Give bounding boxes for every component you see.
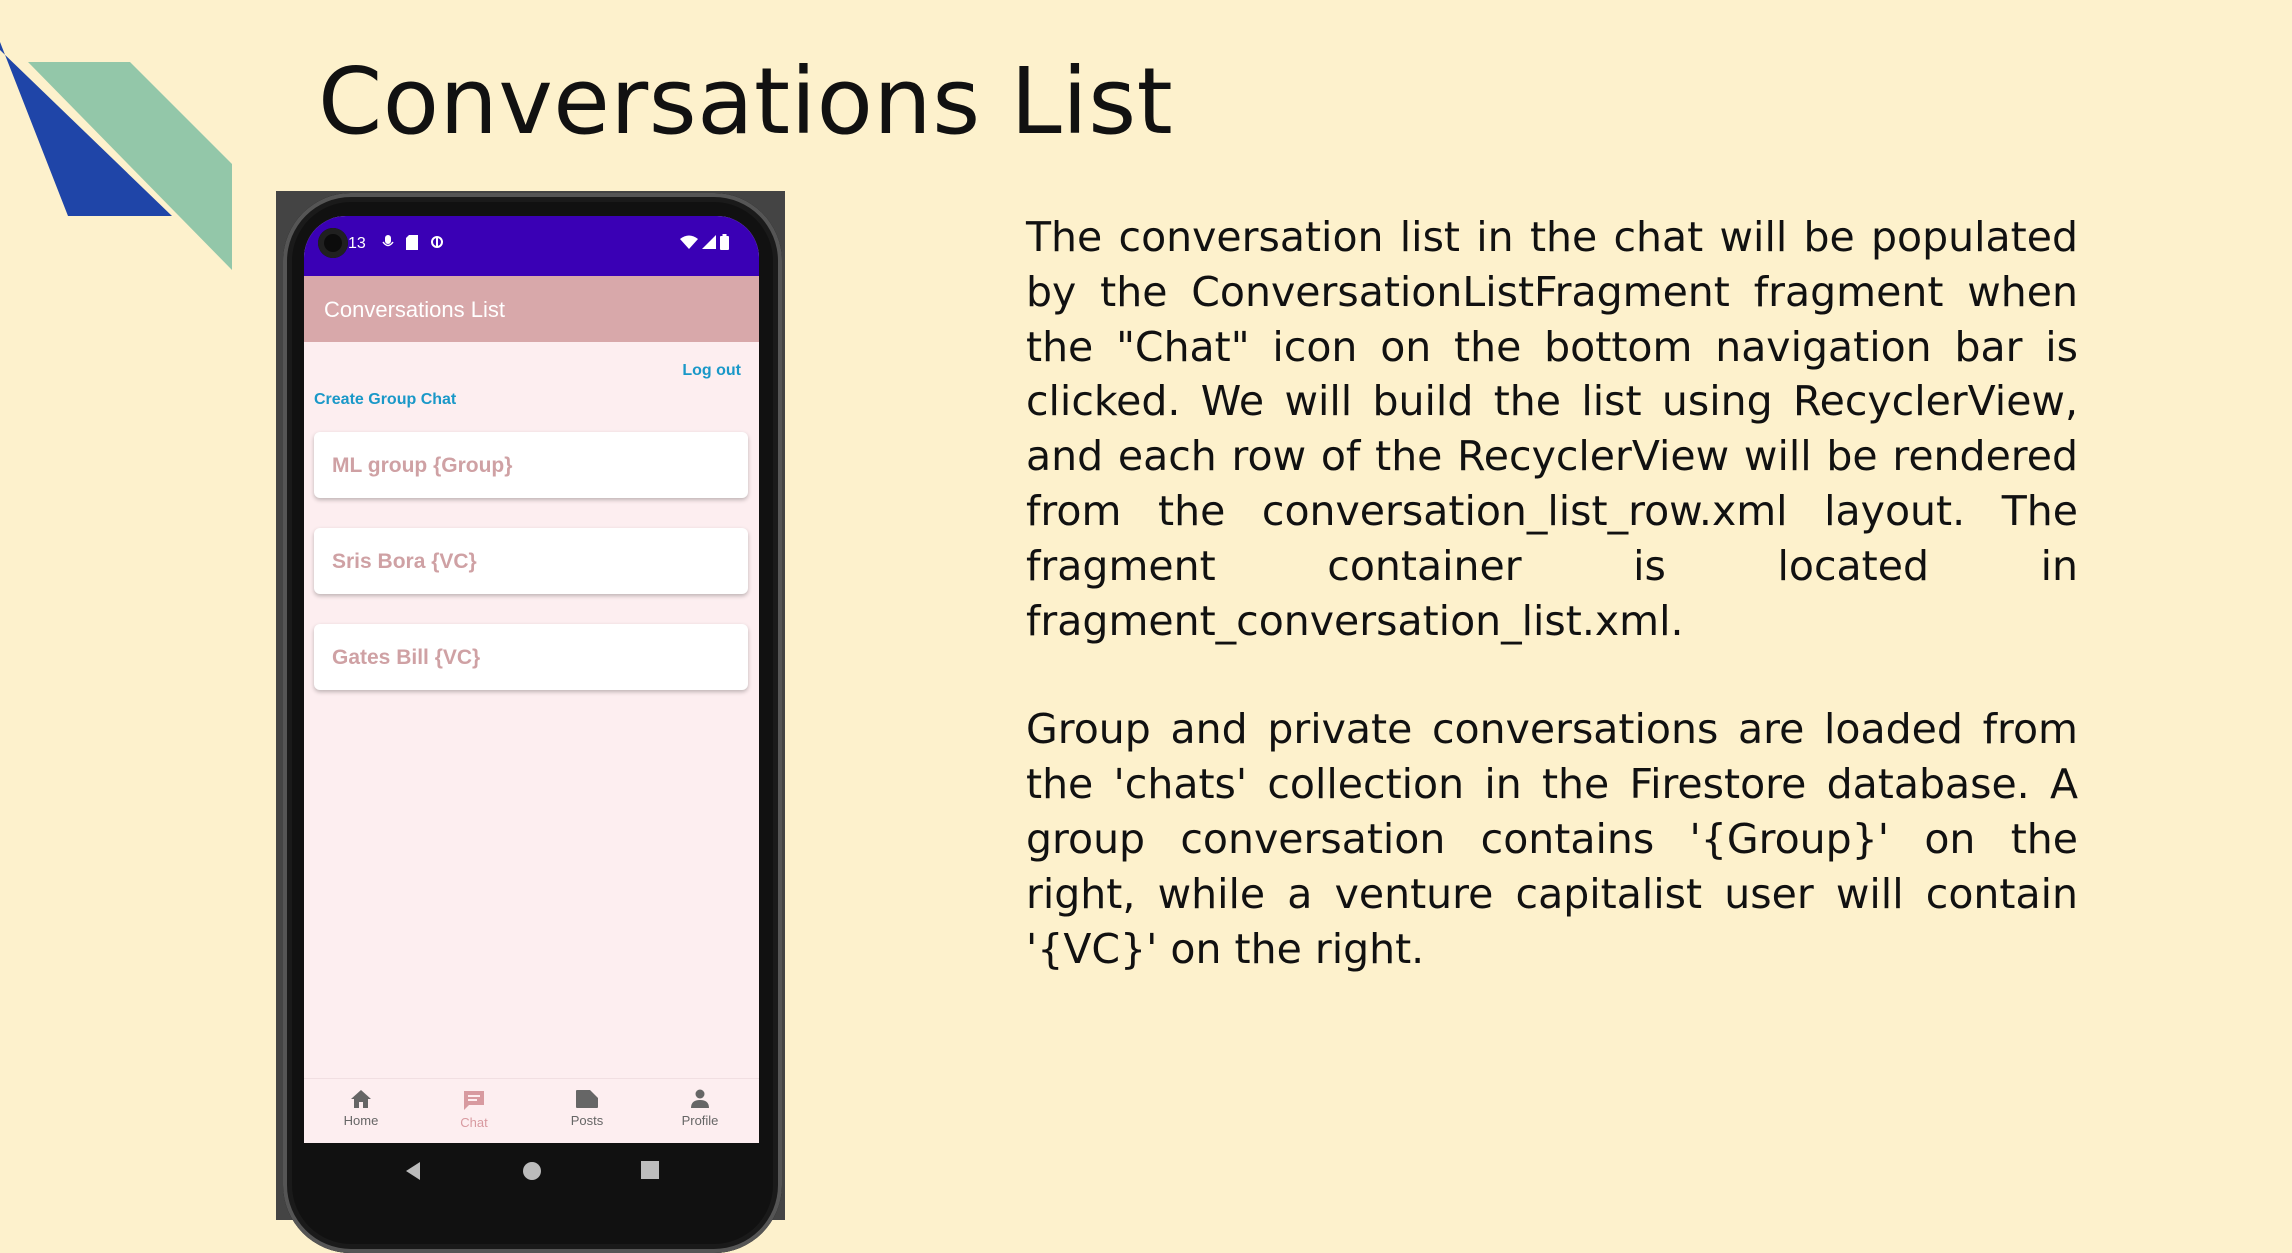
app-bar: Conversations List [304,276,759,342]
system-navigation-bar [304,1143,759,1199]
nav-label-posts: Posts [570,1113,604,1128]
conversation-row-gates-bill[interactable]: Gates Bill {VC} [314,624,748,690]
home-circle-icon[interactable] [522,1161,542,1181]
nav-item-home[interactable]: Home [316,1089,406,1128]
back-icon[interactable] [404,1161,422,1181]
signal-icon [702,235,716,249]
bottom-navigation-bar: Home Chat Posts Profile [304,1078,759,1143]
conversation-label: Gates Bill {VC} [332,646,481,669]
home-icon [351,1090,371,1108]
profile-icon [691,1089,709,1108]
nav-item-profile[interactable]: Profile [655,1089,745,1128]
slide-title: Conversations List [318,48,1174,155]
nav-item-posts[interactable]: Posts [542,1089,632,1128]
battery-icon [720,234,729,250]
nav-label-chat: Chat [460,1115,488,1130]
recents-icon[interactable] [641,1161,659,1179]
description-paragraph-2: Group and private conversations are load… [1026,705,2078,973]
description-text: The conversation list in the chat will b… [1026,210,2078,1030]
corner-decoration [0,42,232,270]
status-bar: 13 [304,216,759,276]
status-time: 13 [348,235,366,252]
conversation-label: Sris Bora {VC} [332,550,477,573]
conversation-label: ML group {Group} [332,454,513,477]
conversation-row-sris-bora[interactable]: Sris Bora {VC} [314,528,748,594]
description-paragraph-1: The conversation list in the chat will b… [1026,213,2078,645]
app-bar-title: Conversations List [324,297,505,322]
chat-icon [464,1091,484,1110]
nav-item-chat[interactable]: Chat [429,1089,519,1130]
conversation-row-ml-group[interactable]: ML group {Group} [314,432,748,498]
sd-card-icon [406,234,418,250]
create-group-chat-button[interactable]: Create Group Chat [314,391,456,409]
sync-icon [431,236,443,248]
logout-button[interactable]: Log out [682,362,741,380]
wifi-icon [680,235,698,249]
nav-label-profile: Profile [681,1113,719,1128]
camera-cutout [318,228,348,258]
mic-icon [382,235,394,247]
posts-icon [576,1090,598,1108]
nav-label-home: Home [343,1113,379,1128]
phone-screen: 13 Conversations List Log out Create Gro… [304,216,759,1143]
